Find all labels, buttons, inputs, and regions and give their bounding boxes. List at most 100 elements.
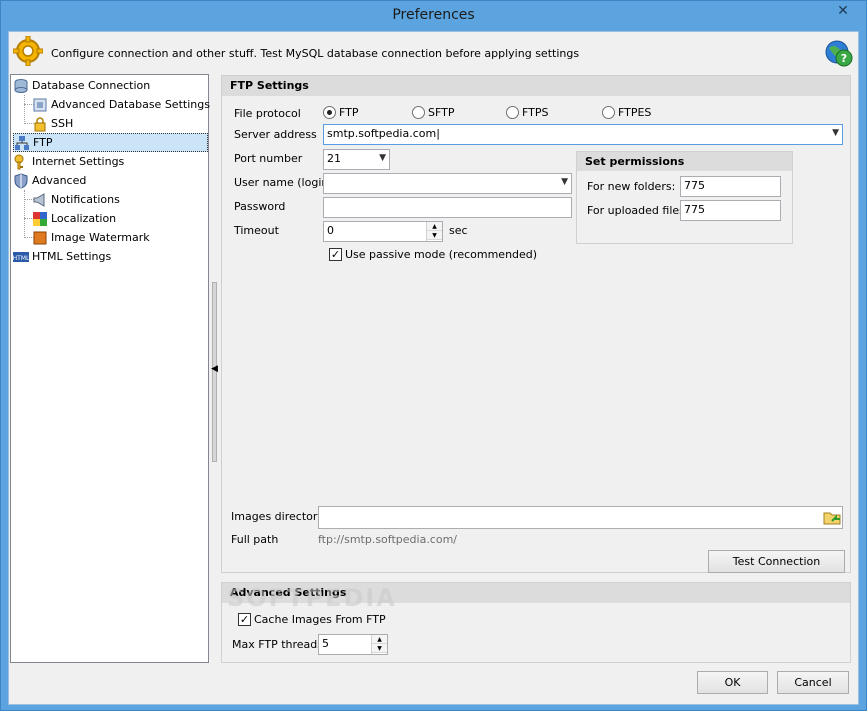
tree-item-label: FTP [33, 136, 53, 149]
images-directory-label: Images directory [231, 510, 324, 523]
cancel-button[interactable]: Cancel [777, 671, 849, 694]
username-label: User name (login) [234, 176, 333, 189]
text-caret: | [436, 127, 440, 140]
flags-icon [32, 211, 48, 227]
username-combo[interactable]: ▼ [323, 173, 572, 194]
spin-down-icon[interactable]: ▼ [372, 644, 387, 653]
radio-label: FTPS [522, 106, 549, 119]
checkmark-icon: ✓ [329, 248, 342, 261]
shield-icon [13, 172, 29, 189]
folder-open-icon[interactable] [823, 508, 842, 527]
tree-item-label: HTML Settings [32, 250, 112, 263]
gear-icon [13, 36, 43, 66]
close-button[interactable]: ✕ [826, 1, 860, 21]
checkbox-label: Use passive mode (recommended) [345, 248, 538, 261]
title-bar: Preferences ✕ [1, 1, 866, 31]
tree-item-label: Advanced [32, 174, 87, 187]
tree-item-ftp[interactable]: FTP [13, 133, 208, 152]
panel-splitter[interactable]: ◀ [211, 74, 218, 663]
key-icon [13, 154, 29, 170]
ftp-settings-panel: FTP Settings File protocol FTP SFTP FTPS… [221, 75, 851, 573]
protocol-radio-ftps[interactable]: FTPS [506, 106, 548, 119]
tree-item-label: Notifications [51, 193, 120, 206]
server-address-label: Server address [234, 128, 317, 141]
protocol-radio-ftpes[interactable]: FTPES [602, 106, 651, 119]
uploaded-files-input[interactable]: 775 [680, 200, 781, 221]
tree-item-ssh[interactable]: SSH [32, 114, 73, 133]
tree-item-advanced-database-settings[interactable]: Advanced Database Settings [32, 95, 210, 114]
tree-item-advanced[interactable]: Advanced [13, 171, 86, 190]
softpedia-watermark: SOFTPEDIA [227, 584, 397, 612]
settings-tree[interactable]: Database Connection Advanced Database Se… [10, 74, 210, 663]
max-threads-spinner[interactable]: 5 ▲ ▼ [318, 634, 388, 655]
lock-icon [32, 116, 48, 132]
timeout-value: 0 [327, 224, 334, 237]
passive-mode-checkbox[interactable]: ✓ Use passive mode (recommended) [329, 248, 537, 261]
new-folders-label: For new folders: [587, 180, 676, 193]
uploaded-files-value: 775 [684, 203, 705, 216]
database-icon [13, 78, 29, 94]
port-number-label: Port number [234, 152, 303, 165]
checkbox-label: Cache Images From FTP [254, 613, 386, 626]
tree-connector [24, 190, 25, 238]
port-number-combo[interactable]: 21 ▼ [323, 149, 390, 170]
images-directory-input[interactable] [318, 506, 843, 529]
cache-images-checkbox[interactable]: ✓ Cache Images From FTP [238, 613, 386, 626]
timeout-unit: sec [449, 224, 468, 237]
password-label: Password [234, 200, 286, 213]
header: Configure connection and other stuff. Te… [9, 32, 858, 72]
server-address-combo[interactable]: smtp.softpedia.com| ▼ [323, 124, 843, 145]
tree-item-internet-settings[interactable]: Internet Settings [13, 152, 124, 171]
full-path-label: Full path [231, 533, 279, 546]
tree-item-html-settings[interactable]: HTML HTML Settings [13, 247, 112, 266]
network-icon [14, 135, 30, 151]
max-threads-label: Max FTP threads [232, 638, 324, 651]
ok-button[interactable]: OK [697, 671, 768, 694]
tree-connector [24, 95, 25, 124]
timeout-spinner[interactable]: 0 ▲ ▼ [323, 221, 443, 242]
chevron-down-icon[interactable]: ▼ [832, 128, 839, 138]
database-settings-icon [32, 97, 48, 113]
chevron-down-icon[interactable]: ▼ [561, 177, 568, 187]
svg-text:HTML: HTML [13, 255, 29, 262]
tree-item-database-connection[interactable]: Database Connection [13, 76, 150, 95]
radio-label: FTPES [618, 106, 652, 119]
new-folders-value: 775 [684, 179, 705, 192]
spin-up-icon[interactable]: ▲ [372, 635, 387, 644]
collapse-left-icon[interactable]: ◀ [211, 364, 218, 374]
megaphone-icon [32, 192, 48, 208]
radio-label: FTP [339, 106, 359, 119]
permissions-group: Set permissions For new folders: 775 For… [576, 151, 793, 244]
tree-item-localization[interactable]: Localization [32, 209, 116, 228]
timeout-label: Timeout [234, 224, 279, 237]
spin-buttons[interactable]: ▲ ▼ [426, 222, 442, 241]
new-folders-input[interactable]: 775 [680, 176, 781, 197]
radio-dot [323, 106, 336, 119]
protocol-radio-ftp[interactable]: FTP [323, 106, 359, 119]
password-input[interactable] [323, 197, 572, 218]
tree-item-notifications[interactable]: Notifications [32, 190, 120, 209]
server-address-value: smtp.softpedia.com [327, 127, 437, 140]
chevron-down-icon[interactable]: ▼ [379, 153, 386, 163]
file-protocol-label: File protocol [234, 107, 301, 120]
help-globe-icon[interactable]: ? [824, 38, 854, 68]
tree-item-image-watermark[interactable]: Image Watermark [32, 228, 150, 247]
svg-text:?: ? [841, 52, 847, 65]
protocol-radio-sftp[interactable]: SFTP [412, 106, 454, 119]
test-connection-button[interactable]: Test Connection [708, 550, 845, 573]
spin-up-icon[interactable]: ▲ [427, 222, 442, 231]
radio-dot [506, 106, 519, 119]
radio-label: SFTP [428, 106, 455, 119]
tree-item-label: SSH [51, 117, 74, 130]
header-description: Configure connection and other stuff. Te… [51, 47, 580, 60]
spin-down-icon[interactable]: ▼ [427, 231, 442, 240]
preferences-window: Preferences ✕ Configure connection and o… [0, 0, 867, 711]
radio-dot [602, 106, 615, 119]
permissions-title: Set permissions [577, 152, 792, 171]
spin-buttons[interactable]: ▲ ▼ [371, 635, 387, 654]
port-number-value: 21 [327, 152, 341, 165]
radio-dot [412, 106, 425, 119]
tree-item-label: Localization [51, 212, 117, 225]
checkmark-icon: ✓ [238, 613, 251, 626]
close-icon: ✕ [837, 3, 849, 19]
